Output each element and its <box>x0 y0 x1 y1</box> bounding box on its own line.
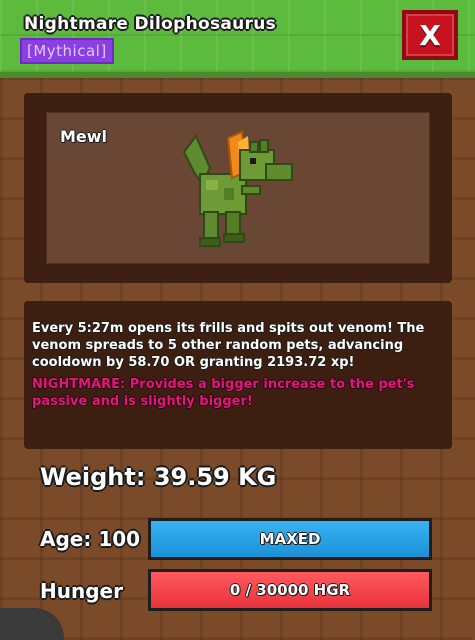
pet-name: Mewl <box>60 127 108 146</box>
pet-title: Nightmare Dilophosaurus <box>24 14 277 34</box>
age-label: Age: 100 <box>40 527 141 551</box>
age-progress-bar: MAXED <box>148 518 432 560</box>
rarity-badge: [Mythical] <box>20 38 114 64</box>
nightmare-prefix: NIGHTMARE: <box>32 377 126 392</box>
hunger-label: Hunger <box>40 579 123 603</box>
ability-description: Every 5:27m opens its frills and spits o… <box>32 321 425 370</box>
nightmare-description: NIGHTMARE: Provides a bigger increase to… <box>32 376 442 410</box>
dilophosaurus-pet-icon <box>182 130 293 247</box>
weight-stat: Weight: 39.59 KG <box>40 463 277 491</box>
close-button[interactable]: X <box>402 10 458 60</box>
hunger-bar-text: 0 / 30000 HGR <box>229 581 351 599</box>
close-icon[interactable]: X <box>419 19 441 52</box>
age-bar-text: MAXED <box>259 530 321 548</box>
hunger-progress-bar: 0 / 30000 HGR <box>148 569 432 611</box>
